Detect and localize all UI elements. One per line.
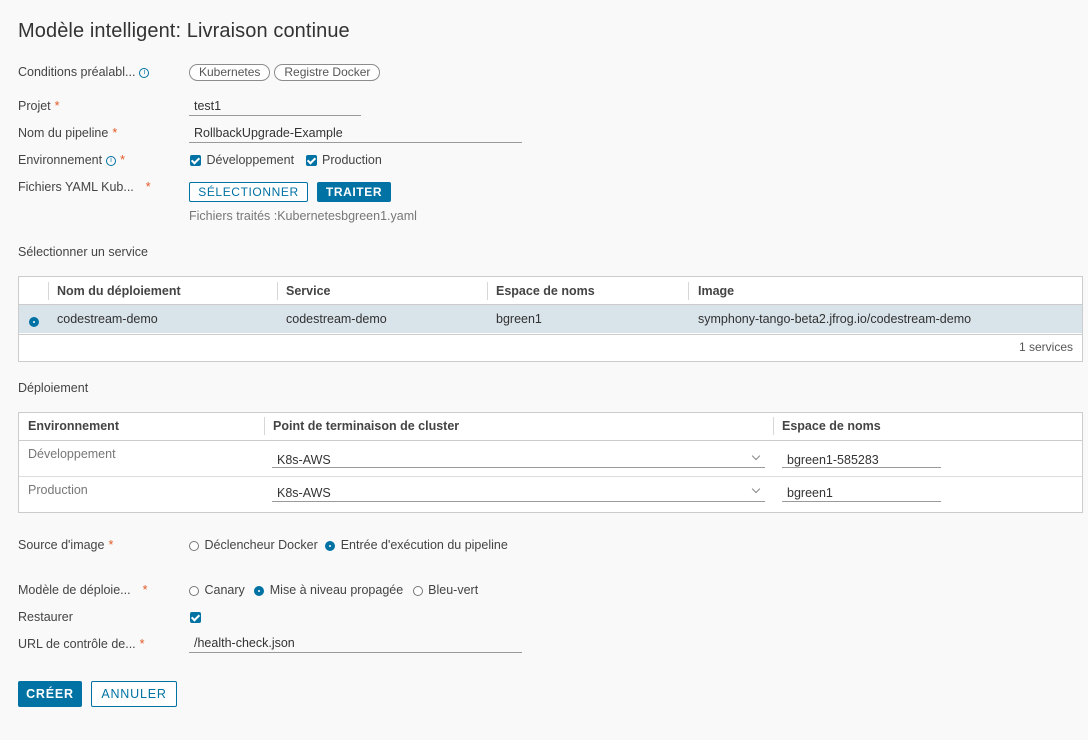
deployment-section-title: Déploiement <box>18 381 89 395</box>
required-marker: * <box>112 126 118 140</box>
cluster-select[interactable]: K8s-AWS <box>272 451 765 468</box>
env-dev-checkbox[interactable] <box>190 155 201 167</box>
chip-docker-registry: Registre Docker <box>274 64 381 81</box>
namespace-field[interactable]: bgreen1-585283 <box>782 453 941 468</box>
image-source-docker-label: Déclencheur Docker <box>204 538 318 552</box>
service-service-cell: codestream-demo <box>286 312 387 326</box>
required-marker: * <box>142 583 148 597</box>
cluster-select[interactable]: K8s-AWS <box>272 484 765 502</box>
deploy-col-cluster: Point de terminaison de cluster <box>273 419 460 433</box>
service-col-deployment: Nom du déploiement <box>57 284 181 298</box>
required-marker: * <box>54 99 60 113</box>
namespace-field[interactable]: bgreen1 <box>782 486 941 502</box>
deployment-grid: Environnement Point de terminaison de cl… <box>18 412 1083 513</box>
info-icon[interactable]: i <box>106 155 117 166</box>
project-label: Projet * <box>18 99 60 113</box>
required-marker: * <box>139 637 145 651</box>
table-row: Production K8s-AWS bgreen1 <box>19 477 1082 512</box>
deploy-model-rolling-radio[interactable] <box>254 585 265 596</box>
pipeline-name-label: Nom du pipeline * <box>18 126 118 140</box>
deploy-env-cell: Développement <box>28 447 116 461</box>
restore-checkbox[interactable] <box>190 612 201 624</box>
deploy-model-label: Modèle de déploie... * <box>18 583 148 597</box>
service-col-image: Image <box>698 284 735 298</box>
image-source-pipeline-radio[interactable] <box>325 540 336 551</box>
process-button[interactable]: TRAITER <box>317 182 391 202</box>
page-title: Modèle intelligent: Livraison continue <box>18 20 350 42</box>
deploy-model-bluegreen-radio[interactable] <box>412 585 423 596</box>
required-marker: * <box>120 153 125 167</box>
service-footer-count: 1 services <box>1018 340 1073 354</box>
environment-options: Développement Production <box>190 153 382 167</box>
service-grid: Nom du déploiement Service Espace de nom… <box>18 276 1083 362</box>
health-url-field[interactable]: /health-check.json <box>189 636 522 653</box>
service-deployment-cell: codestream-demo <box>57 312 158 326</box>
project-field[interactable]: test1 <box>189 99 361 116</box>
prereq-label: Conditions préalabl... i <box>18 65 150 79</box>
required-marker: * <box>145 180 151 194</box>
chevron-down-icon <box>751 451 761 461</box>
pipeline-name-field[interactable]: RollbackUpgrade-Example <box>189 126 522 143</box>
env-prod-label: Production <box>322 153 382 167</box>
deploy-model-canary-radio[interactable] <box>189 585 199 596</box>
select-files-button[interactable]: SÉLECTIONNER <box>189 182 308 202</box>
table-row[interactable]: codestream-demo codestream-demo bgreen1 … <box>19 305 1082 333</box>
deploy-model-options: Canary Mise à niveau propagée Bleu-vert <box>189 583 478 597</box>
image-source-docker-radio[interactable] <box>189 540 199 551</box>
deploy-model-canary-label: Canary <box>204 583 245 597</box>
image-source-options: Déclencheur Docker Entrée d'exécution du… <box>189 538 508 552</box>
env-prod-checkbox[interactable] <box>305 155 317 167</box>
service-row-radio[interactable] <box>29 316 39 327</box>
service-image-cell: symphony-tango-beta2.jfrog.io/codestream… <box>698 312 972 326</box>
health-url-label: URL de contrôle de... * <box>18 637 145 651</box>
service-col-namespace: Espace de noms <box>496 284 595 298</box>
deploy-env-cell: Production <box>28 483 88 497</box>
prereq-chips: Kubernetes Registre Docker <box>189 64 384 81</box>
required-marker: * <box>108 538 114 552</box>
service-section-title: Sélectionner un service <box>18 245 148 259</box>
chip-kubernetes: Kubernetes <box>189 64 271 81</box>
service-col-service: Service <box>286 284 331 298</box>
processed-files-text: Fichiers traités :Kubernetesbgreen1.yaml <box>189 209 417 223</box>
deploy-col-namespace: Espace de noms <box>782 419 881 433</box>
image-source-pipeline-label: Entrée d'exécution du pipeline <box>340 538 508 552</box>
table-row: Développement K8s-AWS bgreen1-585283 <box>19 441 1082 476</box>
info-icon[interactable]: i <box>139 67 150 78</box>
chevron-down-icon <box>751 484 761 494</box>
deploy-model-bluegreen-label: Bleu-vert <box>428 583 479 597</box>
service-namespace-cell: bgreen1 <box>496 312 542 326</box>
yaml-label: Fichiers YAML Kub... * <box>18 180 151 194</box>
create-button[interactable]: CRÉER <box>18 681 82 707</box>
cancel-button[interactable]: ANNULER <box>91 681 177 707</box>
environment-label: Environnement i * <box>18 153 125 167</box>
env-dev-label: Développement <box>206 153 295 167</box>
deploy-col-environment: Environnement <box>28 419 119 433</box>
deploy-model-rolling-label: Mise à niveau propagée <box>269 583 404 597</box>
image-source-label: Source d'image * <box>18 538 114 552</box>
restore-label: Restaurer <box>18 610 73 624</box>
